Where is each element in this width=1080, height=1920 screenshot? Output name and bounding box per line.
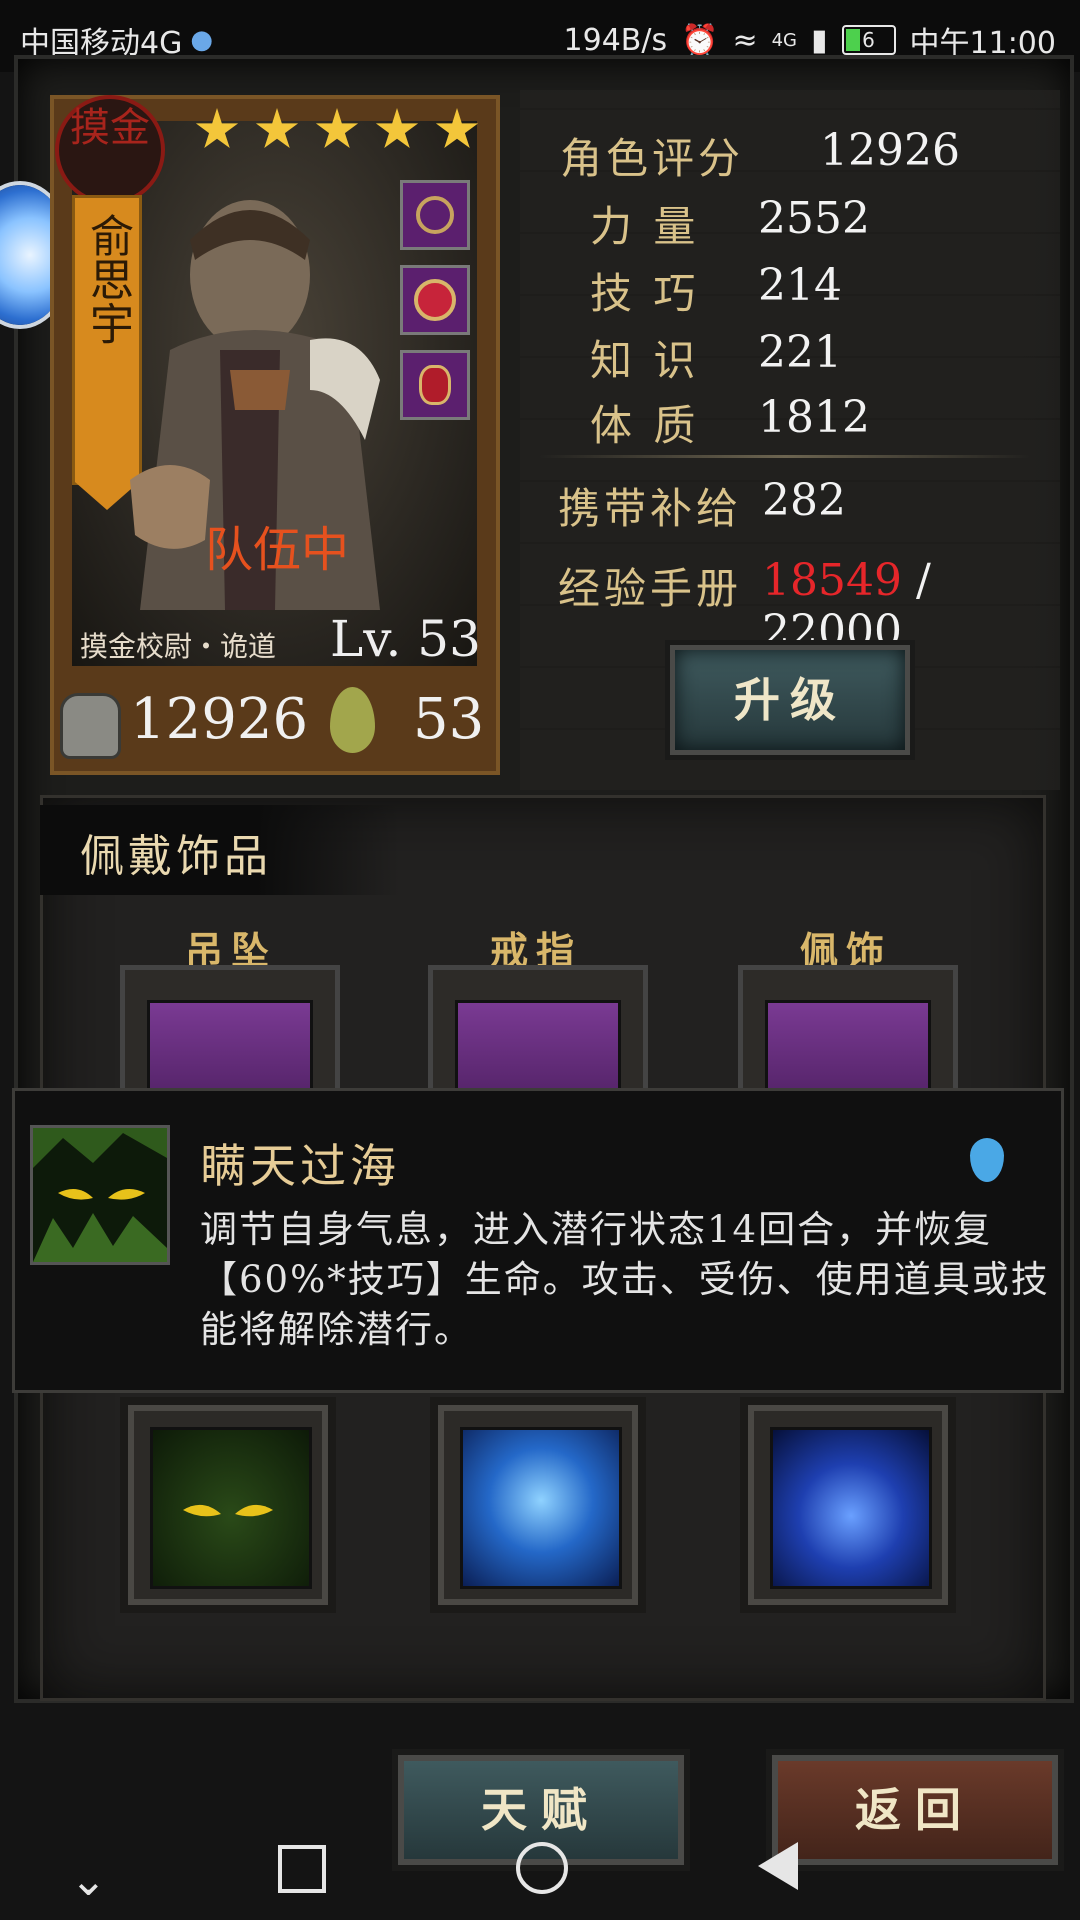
exp-value: 18549 / 22000 [762,555,1080,657]
team-status: 队伍中 [205,522,350,578]
star-icon [315,108,359,149]
equipped-charm[interactable] [400,350,470,420]
hero-stars [195,108,479,152]
skill-slot-3[interactable] [748,1405,948,1605]
star-icon [255,108,299,149]
rating-value: 12926 [820,125,960,176]
fist-icon [60,693,121,759]
skill-slot-1[interactable] [128,1405,328,1605]
knowledge-value: 221 [758,327,842,378]
star-icon [435,108,479,149]
network-type: 4G [771,29,798,51]
equipped-ring[interactable] [400,265,470,335]
strength-value: 2552 [758,193,870,244]
strength-label: 力 量 [590,202,700,251]
supply-value: 282 [762,475,846,526]
ring-icon [414,279,456,321]
nav-recents-icon[interactable] [278,1845,326,1893]
nav-back-icon[interactable] [758,1842,798,1890]
supply-drop-icon [330,687,375,753]
charm-slot[interactable] [738,965,958,1106]
pendant-slot[interactable] [120,965,340,1106]
battery-icon: 6 [841,25,896,55]
alarm-icon: ⏰ [681,22,719,58]
upgrade-button[interactable]: 升级 [670,645,910,755]
stats-divider [540,455,1030,458]
tooltip-title: 瞒天过海 [200,1139,400,1193]
blue-stance-icon [460,1427,622,1589]
notification-icon: ● [190,25,214,55]
skill-value: 214 [758,260,842,311]
constitution-label: 体 质 [590,401,700,450]
wifi-icon: ≈ [732,22,758,58]
charm-icon [419,365,451,405]
network-speed: 194B/s [563,22,668,58]
nav-home-icon[interactable] [516,1842,568,1894]
supply-label: 携带补给 [558,484,743,533]
exp-label: 经验手册 [558,564,743,613]
hero-power-row: 12926 53 [55,685,485,765]
signal-icon: ▮ [811,22,828,58]
tooltip-description: 调节自身气息，进入潜行状态14回合，并恢复【60%*技巧】生命。攻击、受伤、使用… [200,1208,1050,1351]
ring-slot[interactable] [428,965,648,1106]
constitution-value: 1812 [758,392,870,443]
rating-label: 角色评分 [560,134,745,183]
hero-power: 12926 [130,687,309,752]
skill-slot-2[interactable] [438,1405,638,1605]
stealth-eyes-icon [30,1125,170,1265]
stealth-eyes-art [33,1128,167,1262]
accessories-title: 佩戴饰品 [80,831,272,882]
nav-collapse-icon[interactable]: ⌄ [70,1855,107,1906]
stealth-eyes-art [183,1504,273,1517]
star-icon [195,108,239,149]
knowledge-label: 知 识 [590,336,700,385]
hero-level: Lv. 53 [330,610,481,668]
equipped-pendant[interactable] [400,180,470,250]
skill-label: 技 巧 [590,269,700,318]
hero-class: 摸金校尉・诡道 [80,630,277,663]
hero-supply: 53 [413,687,485,752]
star-icon [375,108,419,149]
exp-current: 18549 [762,555,902,606]
pendant-icon [416,196,454,234]
blue-aura-icon [770,1427,932,1589]
stealth-eyes-icon [150,1427,312,1589]
